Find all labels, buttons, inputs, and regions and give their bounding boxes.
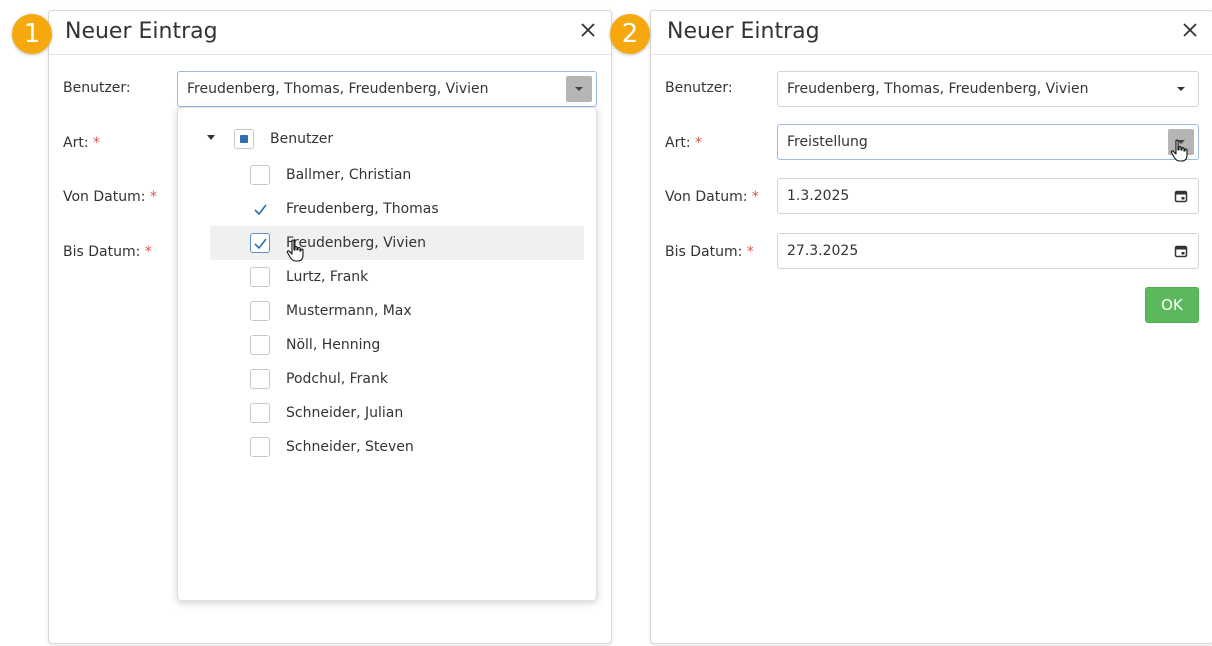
tree-item-label: Nöll, Henning [286, 337, 381, 353]
tree-root-label: Benutzer [270, 131, 334, 147]
tree-item-checkbox[interactable] [250, 233, 270, 253]
step-badge-1: 1 [12, 14, 52, 54]
art-value: Freistellung [787, 134, 868, 150]
tree-item-checkbox[interactable] [250, 335, 270, 355]
von-datum-value: 1.3.2025 [787, 188, 850, 204]
tree-root-checkbox[interactable] [234, 129, 254, 149]
benutzer-dropdown-button[interactable] [566, 76, 592, 102]
benutzer-value: Freudenberg, Thomas, Freudenberg, Vivien [787, 81, 1089, 97]
von-datum-label: Von Datum: * [63, 189, 157, 205]
check-icon [254, 204, 267, 215]
bis-datum-label: Bis Datum: * [665, 244, 754, 260]
close-icon[interactable] [577, 19, 599, 41]
tree-item-noell[interactable]: Nöll, Henning [210, 328, 584, 362]
tree-root-benutzer[interactable]: Benutzer [206, 128, 333, 150]
dialog-new-entry-step2: Neuer Eintrag Benutzer: Freudenberg, Tho… [650, 10, 1212, 644]
chevron-down-icon[interactable] [206, 135, 216, 143]
tree-item-schneider-julian[interactable]: Schneider, Julian [210, 396, 584, 430]
tree-item-checkbox[interactable] [250, 301, 270, 321]
tree-item-schneider-steven[interactable]: Schneider, Steven [210, 430, 584, 464]
tree-item-checkbox[interactable] [250, 369, 270, 389]
tree-item-label: Ballmer, Christian [286, 167, 412, 183]
tree-item-label: Lurtz, Frank [286, 269, 369, 285]
chevron-down-icon [1177, 87, 1185, 91]
ok-button[interactable]: OK [1145, 287, 1199, 323]
tree-item-freudenberg-vivien[interactable]: Freudenberg, Vivien [210, 226, 584, 260]
tree-item-checkbox[interactable] [250, 199, 270, 219]
tree-item-podchul[interactable]: Podchul, Frank [210, 362, 584, 396]
chevron-down-icon [575, 87, 583, 91]
tree-item-checkbox[interactable] [250, 165, 270, 185]
benutzer-select[interactable]: Freudenberg, Thomas, Freudenberg, Vivien [177, 71, 597, 107]
close-icon[interactable] [1179, 19, 1201, 41]
tree-item-label: Freudenberg, Thomas [286, 201, 439, 217]
tree-item-label: Schneider, Julian [286, 405, 404, 421]
art-label: Art: * [665, 135, 702, 151]
von-datum-label: Von Datum: * [665, 189, 759, 205]
tree-item-freudenberg-thomas[interactable]: Freudenberg, Thomas [210, 192, 584, 226]
tree-item-ballmer[interactable]: Ballmer, Christian [210, 158, 584, 192]
tree-item-label: Podchul, Frank [286, 371, 388, 387]
tree-item-label: Mustermann, Max [286, 303, 412, 319]
benutzer-label: Benutzer: [665, 80, 733, 96]
bis-datum-input[interactable]: 27.3.2025 [777, 233, 1199, 269]
step-badge-2: 2 [610, 14, 650, 54]
calendar-icon[interactable] [1174, 189, 1188, 203]
art-select[interactable]: Freistellung [777, 124, 1199, 160]
benutzer-value: Freudenberg, Thomas, Freudenberg, Vivien [187, 81, 489, 97]
tree-item-lurtz[interactable]: Lurtz, Frank [210, 260, 584, 294]
tree-item-checkbox[interactable] [250, 403, 270, 423]
hand-cursor-icon [285, 239, 307, 263]
benutzer-select[interactable]: Freudenberg, Thomas, Freudenberg, Vivien [777, 71, 1199, 107]
benutzer-tree-dropdown: Benutzer Ballmer, Christian Freudenberg,… [177, 107, 597, 601]
benutzer-label: Benutzer: [63, 80, 131, 96]
tree-item-checkbox[interactable] [250, 437, 270, 457]
dialog-title: Neuer Eintrag [667, 19, 820, 44]
bis-datum-value: 27.3.2025 [787, 243, 859, 259]
check-icon [254, 238, 267, 249]
dialog-title: Neuer Eintrag [65, 19, 218, 44]
dialog-header: Neuer Eintrag [49, 11, 611, 55]
hand-cursor-icon [1169, 139, 1191, 163]
tree-item-label: Schneider, Steven [286, 439, 414, 455]
dialog-new-entry-step1: Neuer Eintrag Benutzer: Freudenberg, Tho… [48, 10, 612, 644]
von-datum-input[interactable]: 1.3.2025 [777, 178, 1199, 214]
tree-item-checkbox[interactable] [250, 267, 270, 287]
calendar-icon[interactable] [1174, 244, 1188, 258]
benutzer-dropdown-button[interactable] [1168, 76, 1194, 102]
bis-datum-label: Bis Datum: * [63, 244, 152, 260]
art-label: Art: * [63, 135, 100, 151]
tree-item-mustermann[interactable]: Mustermann, Max [210, 294, 584, 328]
dialog-header: Neuer Eintrag [651, 11, 1212, 55]
